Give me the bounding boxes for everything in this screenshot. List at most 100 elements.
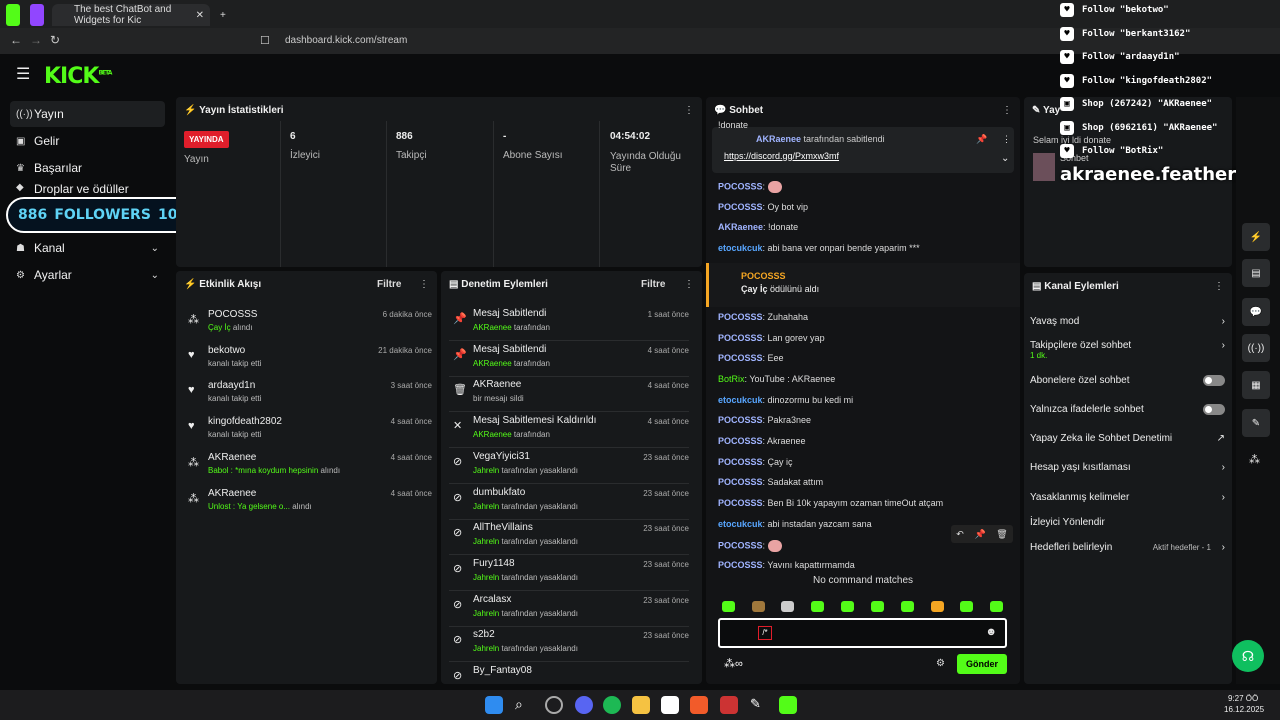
chat-message[interactable]: POCOSSS: Eee (718, 353, 784, 363)
chat-message[interactable]: etocukcuk: abi bana ver onpari bende yap… (718, 243, 920, 253)
start-icon[interactable] (485, 696, 503, 714)
clock-time[interactable]: 9:27 ÖÖ (1228, 694, 1258, 703)
list-item[interactable]: ♥ kingofdeath2802 kanalı takip etti 4 saat … (184, 413, 432, 449)
channel-action-0[interactable]: Yavaş mod › (1030, 316, 1225, 327)
chat-username[interactable]: POCOSSS (718, 540, 763, 550)
channel-action-3[interactable]: Yalnızca ifadelerle sohbet (1030, 404, 1225, 415)
folder-icon[interactable] (632, 696, 650, 714)
chat-message[interactable]: POCOSSS: Zuhahaha (718, 312, 808, 322)
channel-action-2[interactable]: Abonelere özel sohbet (1030, 375, 1225, 386)
more-icon[interactable]: ⋮ (684, 279, 694, 290)
layout-icon[interactable]: ▦ (1242, 371, 1270, 399)
kick-logo[interactable]: KICKBETA (44, 64, 112, 89)
clock-date[interactable]: 16.12.2025 (1224, 705, 1264, 714)
support-icon[interactable]: ☊ (1232, 640, 1264, 672)
channel-action-8[interactable]: Hedefleri belirleyin Aktif hedefler - 1 › (1030, 542, 1225, 553)
emote-icon[interactable] (752, 601, 765, 612)
more-icon[interactable]: ⋮ (1002, 105, 1012, 116)
lightning-icon[interactable]: ⚡ (1242, 223, 1270, 251)
chat-username[interactable]: POCOSSS (718, 202, 763, 212)
emote-icon[interactable] (841, 601, 854, 612)
pin-icon[interactable]: 📌 (976, 134, 987, 145)
chat-message[interactable]: POCOSSS: Ben Bi 10k yapayım ozaman timeO… (718, 498, 943, 508)
chat-username[interactable]: etocukcuk (718, 395, 763, 405)
reload-icon[interactable]: ↻ (50, 33, 60, 47)
channel-action-5[interactable]: Hesap yaşı kısıtlaması › (1030, 462, 1225, 473)
sidebar-item-channel[interactable]: ☗ Kanal ⌄ (10, 235, 165, 261)
channel-action-1[interactable]: Takipçilere özel sohbet 1 dk. › (1030, 340, 1225, 360)
document-icon[interactable]: ▤ (1242, 259, 1270, 287)
list-item[interactable]: ⁂ AKRaenee Babol : *mına koydum hepsinin a… (184, 449, 432, 485)
chat-message[interactable]: etocukcuk: dinozormu bu kedi mi (718, 395, 853, 405)
chat-message[interactable]: POCOSSS: Pakra3nee (718, 415, 811, 425)
moderation-row[interactable]: ⊘ AllTheVillains Jahreln tarafından yasakl… (449, 520, 689, 556)
send-button[interactable]: Gönder (957, 654, 1007, 674)
emote-icon[interactable] (811, 601, 824, 612)
url-text[interactable]: dashboard.kick.com/stream (285, 35, 407, 46)
kick-app-icon[interactable] (779, 696, 797, 714)
moderation-row[interactable]: ⊘ s2b2 Jahreln tarafından yasaklandı 23 saa… (449, 627, 689, 663)
chat-username[interactable]: POCOSSS (718, 457, 763, 467)
list-item[interactable]: ⁂ AKRaenee Unlost : Ya gelsene o... alındı… (184, 485, 432, 521)
reply-icon[interactable]: ↶ (956, 529, 964, 540)
chat-message[interactable]: POCOSSS: Sadakat attım (718, 477, 823, 487)
group-icon[interactable]: ⁂ (1249, 453, 1260, 466)
chat-username[interactable]: POCOSSS (718, 477, 763, 487)
chat-username[interactable]: POCOSSS (718, 312, 763, 322)
list-item[interactable]: ⁂ POCOSSS Çay İç alındı 6 dakika önce (184, 306, 432, 342)
wrench-icon[interactable]: ✎ (1242, 409, 1270, 437)
chat-message[interactable]: AKRaenee: !donate (718, 222, 798, 232)
external-link-icon[interactable]: ↗ (1217, 433, 1225, 444)
moderation-row[interactable]: 📌 Mesaj Sabitlendi AKRaenee tarafından 1 sa… (449, 306, 689, 341)
chat-username[interactable]: POCOSSS (718, 498, 763, 508)
spotify-icon[interactable] (603, 696, 621, 714)
emote-icon[interactable] (931, 601, 944, 612)
moderation-row[interactable]: 📌 Mesaj Sabitlendi AKRaenee tarafından 4 sa… (449, 342, 689, 377)
pinned-link[interactable]: https://discord.gg/Pxmxw3mf (724, 151, 839, 161)
widget-icon[interactable] (545, 696, 563, 714)
moderation-row[interactable]: ⊘ Fury1148 Jahreln tarafından yasaklandı 23… (449, 556, 689, 591)
menu-icon[interactable]: ☰ (16, 64, 30, 84)
moderation-row[interactable]: 🗑 AKRaenee bir mesajı sildi 4 saat önce (449, 377, 689, 413)
moderation-row[interactable]: ⊘ dumbukfato Jahreln tarafından yasaklandı… (449, 485, 689, 520)
pinned-message[interactable]: AKRaenee tarafından sabitlendi https://d… (712, 127, 1014, 173)
chat-username[interactable]: POCOSSS (718, 415, 763, 425)
list-item[interactable]: ♥ ardaayd1n kanalı takip etti 3 saat önce (184, 377, 432, 413)
chat-message[interactable]: POCOSSS: Oy bot vip (718, 202, 808, 212)
sidebar-item-settings[interactable]: ⚙ Ayarlar ⌄ (10, 262, 165, 288)
pin-icon[interactable]: 📌 (974, 529, 985, 540)
filter-button[interactable]: Filtre (641, 279, 665, 290)
filter-button[interactable]: Filtre (377, 279, 401, 290)
discord-icon[interactable] (575, 696, 593, 714)
emote-icon[interactable] (901, 601, 914, 612)
chat-username[interactable]: POCOSSS (718, 181, 763, 191)
chat-message[interactable]: POCOSSS: Akraenee (718, 436, 806, 446)
more-icon[interactable]: ⋮ (684, 105, 694, 116)
infinity-icon[interactable]: ⁂∞ (724, 657, 743, 670)
tab-active[interactable]: The best ChatBot and Widgets for Kic ✕ (52, 4, 210, 26)
chat-message[interactable]: POCOSSS: Lan gorev yap (718, 333, 825, 343)
more-icon[interactable]: ⋮ (1214, 281, 1224, 292)
channel-action-4[interactable]: Yapay Zeka ile Sohbet Denetimi ↗ (1030, 433, 1225, 444)
emote-icon[interactable] (722, 601, 735, 612)
chat-username[interactable]: POCOSSS (718, 560, 763, 570)
store-icon[interactable] (661, 696, 679, 714)
sidebar-item-stream[interactable]: ((·)) Yayın (10, 101, 165, 127)
chat-message[interactable]: POCOSSS: Çay iç (718, 457, 793, 467)
chat-username[interactable]: etocukcuk (718, 519, 763, 529)
chat-message[interactable]: POCOSSS: (718, 181, 782, 193)
chat-message[interactable]: etocukcuk: abi instadan yazcam sana (718, 519, 872, 529)
back-icon[interactable]: ← (10, 33, 22, 47)
chat-username[interactable]: BotRix (718, 374, 745, 384)
search-icon[interactable]: ⌕ (515, 696, 533, 714)
moderation-row[interactable]: ⊘ By_Fantay08 (449, 663, 689, 684)
bookmark-icon[interactable]: ☐ (260, 34, 270, 47)
new-tab-icon[interactable]: + (220, 4, 226, 26)
chat-message[interactable]: POCOSSS: (718, 540, 782, 552)
chat-message[interactable]: POCOSSS: Yavını kapattırmamda (718, 560, 855, 570)
chat-username[interactable]: POCOSSS (718, 353, 763, 363)
chat-message[interactable]: BotRix: YouTube : AKRaenee (718, 374, 835, 384)
channel-action-7[interactable]: İzleyici Yönlendir (1030, 517, 1225, 528)
twitch-tab-icon[interactable] (30, 4, 44, 26)
chat-username[interactable]: AKRaenee (718, 222, 763, 232)
